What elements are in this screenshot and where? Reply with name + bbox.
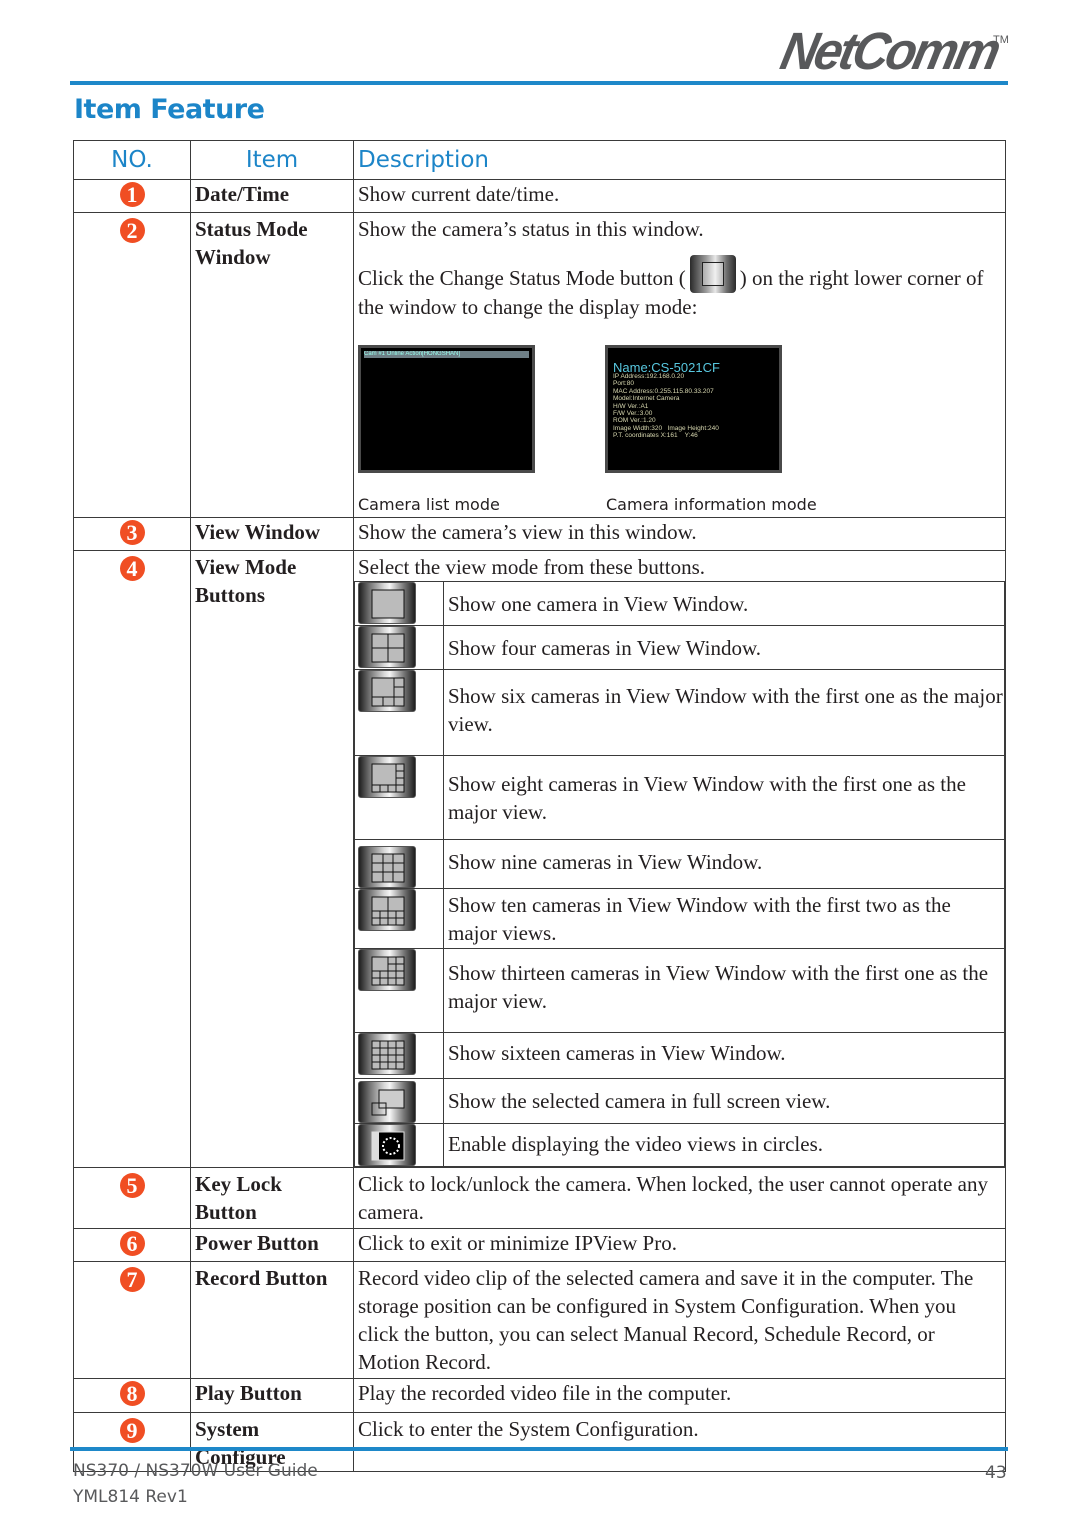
camera-list-mode-screenshot: Cam #1 Online Action[HONGSHAN] bbox=[358, 345, 535, 473]
item-name: Key Lock Button bbox=[190, 1167, 354, 1229]
view-mode-description: Enable displaying the video views in cir… bbox=[443, 1123, 1005, 1167]
column-header-no: NO. bbox=[73, 140, 191, 180]
view-mode-row: Show sixteen cameras in View Window. bbox=[354, 1032, 1005, 1079]
six-view-icon bbox=[358, 670, 416, 712]
column-header-description: Description bbox=[353, 140, 1006, 180]
table-row: 2 Status Mode Window Show the camera’s s… bbox=[73, 212, 1006, 518]
view-mode-description: Show thirteen cameras in View Window wit… bbox=[443, 948, 1005, 1033]
instruction-text: Click the Change Status Mode button ( bbox=[358, 266, 686, 290]
item-name: Status Mode Window bbox=[190, 212, 354, 518]
item-name: View Mode Buttons bbox=[190, 550, 354, 1168]
sixteen-view-icon bbox=[358, 1033, 416, 1075]
nine-view-icon bbox=[358, 846, 416, 888]
view-mode-row: Show one camera in View Window. bbox=[354, 581, 1005, 626]
footer-rule bbox=[70, 1447, 1008, 1451]
view-mode-row: Show eight cameras in View Window with t… bbox=[354, 755, 1005, 840]
item-description: Click to enter the System Configuration. bbox=[353, 1412, 1006, 1472]
item-description: Click to exit or minimize IPView Pro. bbox=[353, 1228, 1006, 1262]
item-name: Power Button bbox=[190, 1228, 354, 1262]
view-mode-row: Show the selected camera in full screen … bbox=[354, 1078, 1005, 1124]
view-mode-description: Show nine cameras in View Window. bbox=[443, 839, 1005, 889]
view-mode-description: Show four cameras in View Window. bbox=[443, 625, 1005, 670]
view-mode-row: Show nine cameras in View Window. bbox=[354, 839, 1005, 889]
item-name: Date/Time bbox=[190, 179, 354, 213]
thirteen-view-icon bbox=[358, 949, 416, 991]
item-name: Record Button bbox=[190, 1261, 354, 1379]
table-row: 8 Play Button Play the recorded video fi… bbox=[73, 1378, 1006, 1413]
full-screen-icon bbox=[358, 1081, 416, 1123]
trademark-mark: TM bbox=[993, 34, 1009, 46]
item-description: Show current date/time. bbox=[353, 179, 1006, 213]
page-number: 43 bbox=[985, 1463, 1007, 1483]
number-badge: 7 bbox=[119, 1267, 145, 1292]
status-mode-instructions: Click the Change Status Mode button () o… bbox=[358, 255, 1005, 321]
quad-view-icon bbox=[358, 626, 416, 668]
number-badge: 3 bbox=[119, 520, 145, 545]
view-mode-description: Show sixteen cameras in View Window. bbox=[443, 1032, 1005, 1079]
number-badge: 5 bbox=[119, 1173, 145, 1198]
change-status-mode-icon bbox=[689, 255, 736, 293]
view-mode-description: Show the selected camera in full screen … bbox=[443, 1078, 1005, 1124]
table-row: 6 Power Button Click to exit or minimize… bbox=[73, 1228, 1006, 1262]
camera-information-mode-screenshot: Name:CS-5021CF IP Address:192.168.0.20 P… bbox=[605, 345, 782, 473]
number-badge: 4 bbox=[119, 556, 145, 581]
camera-information-mode-caption: Camera information mode bbox=[606, 495, 817, 514]
column-header-item: Item bbox=[190, 140, 354, 180]
item-description: Select the view mode from these buttons. bbox=[358, 555, 706, 579]
table-row: 3 View Window Show the camera’s view in … bbox=[73, 517, 1006, 551]
item-description: Show the camera’s status in this window. bbox=[358, 217, 704, 241]
netcomm-logo: NetComm bbox=[775, 21, 1004, 81]
table-row: 5 Key Lock Button Click to lock/unlock t… bbox=[73, 1167, 1006, 1229]
view-mode-list: Show one camera in View Window. Show fou… bbox=[354, 581, 1005, 1167]
item-description: Click to lock/unlock the camera. When lo… bbox=[353, 1167, 1006, 1229]
footer-revision: YML814 Rev1 bbox=[73, 1487, 188, 1507]
header-rule bbox=[70, 81, 1008, 85]
view-mode-description: Show one camera in View Window. bbox=[443, 581, 1005, 626]
page-title: Item Feature bbox=[74, 94, 265, 125]
single-view-icon bbox=[358, 582, 416, 624]
number-badge: 1 bbox=[119, 182, 145, 207]
eight-view-icon bbox=[358, 756, 416, 798]
table-row: 7 Record Button Record video clip of the… bbox=[73, 1261, 1006, 1379]
camera-info: IP Address:192.168.0.20 Port:80 MAC Addr… bbox=[613, 373, 719, 440]
number-badge: 6 bbox=[119, 1231, 145, 1256]
table-row: 4 View Mode Buttons Select the view mode… bbox=[73, 550, 1006, 1168]
view-mode-row: Show thirteen cameras in View Window wit… bbox=[354, 948, 1005, 1033]
item-description: Show the camera’s view in this window. bbox=[353, 517, 1006, 551]
view-mode-row: Enable displaying the video views in cir… bbox=[354, 1123, 1005, 1167]
item-description: Play the recorded video file in the comp… bbox=[353, 1378, 1006, 1413]
view-mode-row: Show ten cameras in View Window with the… bbox=[354, 888, 1005, 949]
item-name: Play Button bbox=[190, 1378, 354, 1413]
view-mode-row: Show six cameras in View Window with the… bbox=[354, 669, 1005, 756]
item-description: Record video clip of the selected camera… bbox=[353, 1261, 1006, 1379]
view-mode-description: Show ten cameras in View Window with the… bbox=[443, 888, 1005, 949]
view-mode-description: Show six cameras in View Window with the… bbox=[443, 669, 1005, 756]
number-badge: 8 bbox=[119, 1381, 145, 1406]
item-name: View Window bbox=[190, 517, 354, 551]
item-feature-table: NO. Item Description 1 Date/Time Show cu… bbox=[73, 140, 1006, 1472]
ten-view-icon bbox=[358, 889, 416, 931]
table-header-row: NO. Item Description bbox=[73, 140, 1006, 180]
view-mode-row: Show four cameras in View Window. bbox=[354, 625, 1005, 670]
number-badge: 2 bbox=[119, 218, 145, 243]
table-row: 1 Date/Time Show current date/time. bbox=[73, 179, 1006, 213]
number-badge: 9 bbox=[119, 1418, 145, 1443]
circle-sequence-icon bbox=[358, 1124, 416, 1166]
view-mode-description: Show eight cameras in View Window with t… bbox=[443, 755, 1005, 840]
camera-list-mode-caption: Camera list mode bbox=[358, 495, 500, 514]
footer-guide-title: NS370 / NS370W User Guide bbox=[73, 1461, 318, 1481]
camera-list-bar: Cam #1 Online Action[HONGSHAN] bbox=[364, 351, 529, 358]
